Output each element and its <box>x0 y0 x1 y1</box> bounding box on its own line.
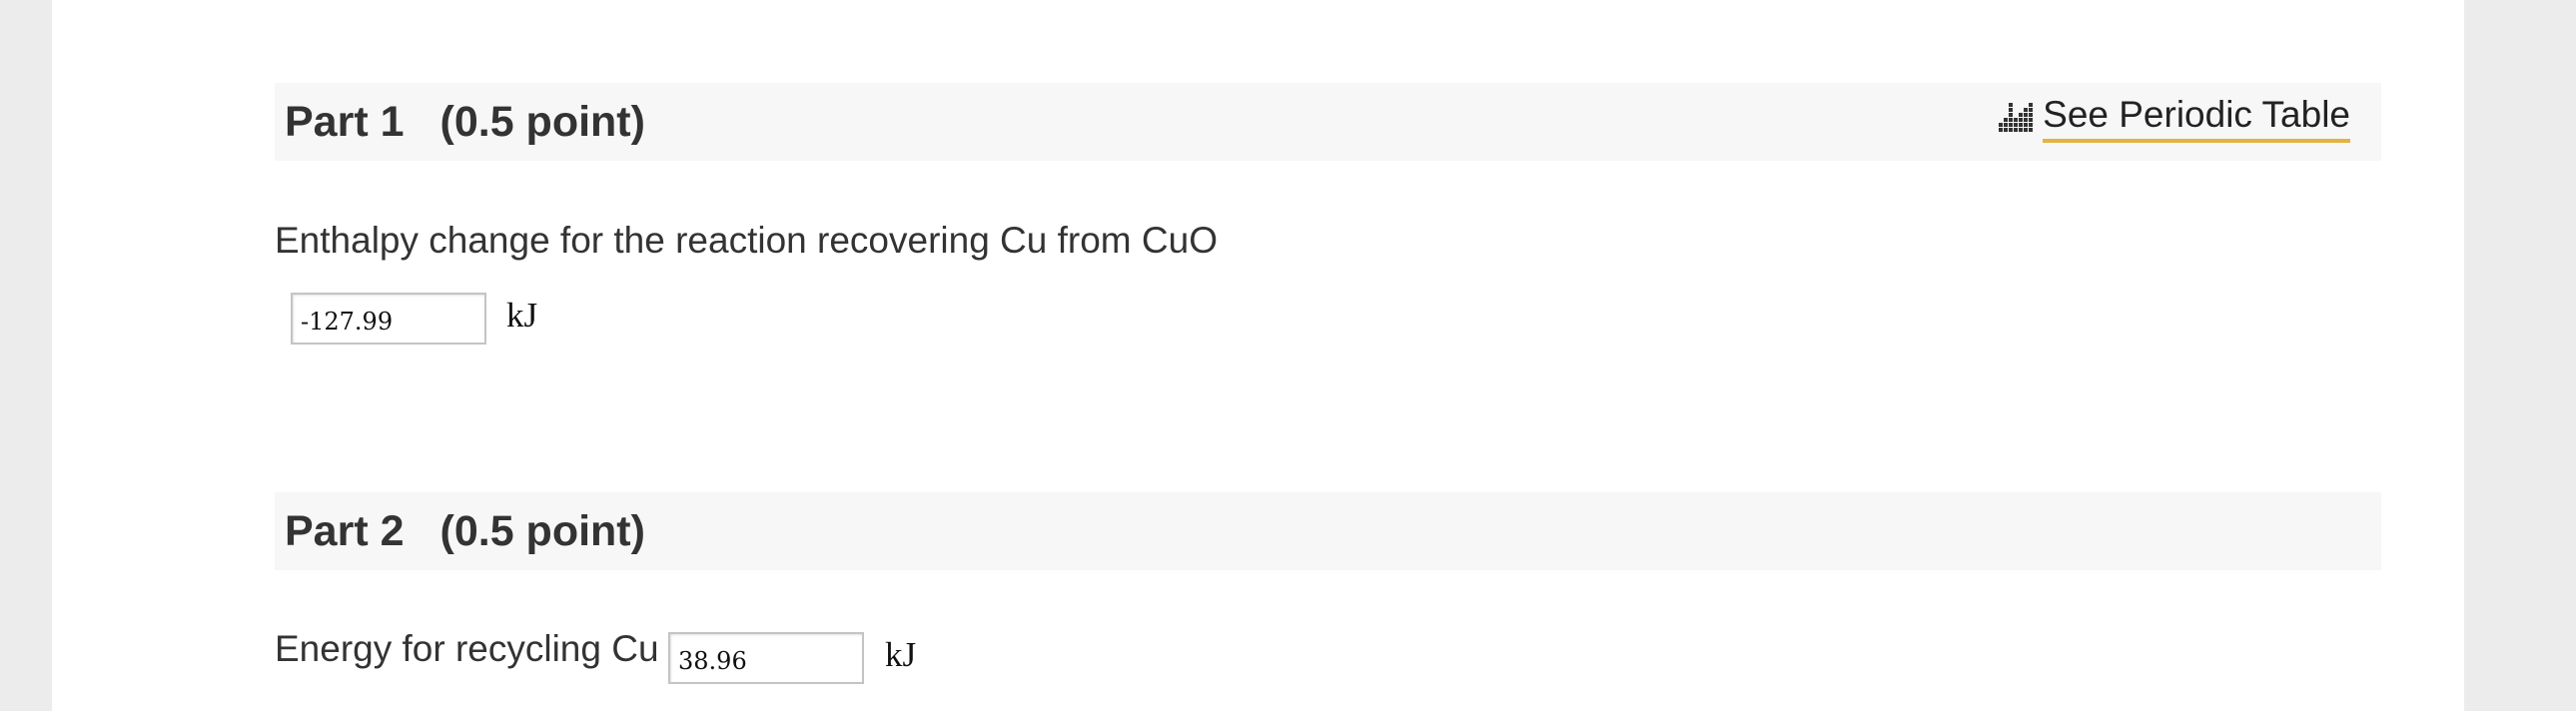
part-1-header: Part 1 (0.5 point) See Periodic Table <box>275 83 2381 161</box>
part-1-title: Part 1 <box>285 98 405 146</box>
part-1-heading: Part 1 (0.5 point) <box>285 83 645 161</box>
part-1-question: Enthalpy change for the reaction recover… <box>275 220 1218 261</box>
part-2-heading: Part 2 (0.5 point) <box>285 492 645 570</box>
part-1-answer-input[interactable] <box>291 293 486 345</box>
part-2-unit: kJ <box>885 635 917 674</box>
see-periodic-table-link[interactable]: See Periodic Table <box>1999 93 2350 143</box>
content-panel: Part 1 (0.5 point) See Periodic Table Ent… <box>52 0 2464 711</box>
part-2-answer-input[interactable] <box>668 632 864 684</box>
part-2-points: (0.5 point) <box>439 507 645 555</box>
part-1-points: (0.5 point) <box>439 98 645 146</box>
part-2-header: Part 2 (0.5 point) <box>275 492 2381 570</box>
part-2-question: Energy for recycling Cu <box>275 628 659 669</box>
part-1-unit: kJ <box>506 296 538 335</box>
part-2-title: Part 2 <box>285 507 405 555</box>
periodic-table-icon <box>1999 103 2034 132</box>
see-periodic-table-label: See Periodic Table <box>2043 93 2350 143</box>
